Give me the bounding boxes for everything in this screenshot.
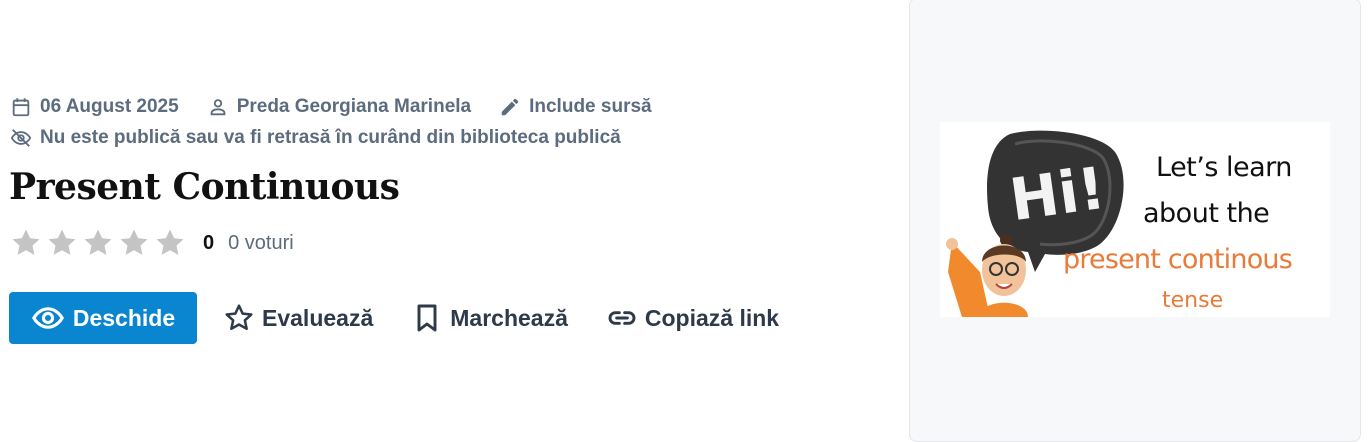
rate-button-label: Evaluează	[262, 304, 374, 331]
person-icon	[210, 99, 226, 116]
date-meta: 06 August 2025	[10, 96, 179, 118]
rating-star[interactable]	[9, 226, 43, 260]
rating-star[interactable]	[81, 226, 115, 260]
visibility-notice: Nu este publică sau va fi retrasă în cur…	[40, 127, 621, 148]
eye-icon	[31, 307, 64, 329]
thumb-line-1: Let’s learn	[1156, 152, 1292, 183]
open-button[interactable]: Deschide	[9, 292, 197, 344]
vote-count: 0 voturi	[228, 231, 294, 254]
bookmark-button[interactable]: Marchează	[411, 302, 568, 334]
author-name[interactable]: Preda Georgiana Marinela	[237, 96, 471, 118]
link-icon	[608, 311, 636, 325]
star-outline-icon	[225, 304, 253, 331]
publish-date: 06 August 2025	[40, 96, 179, 117]
thumb-line-3: present continous	[1063, 244, 1293, 275]
action-bar: Deschide Evaluează Marchează Copiază lin…	[9, 292, 779, 344]
calendar-icon	[12, 98, 30, 117]
rating-star[interactable]	[45, 226, 79, 260]
rating-value: 0	[203, 231, 215, 254]
thumb-line-2: about the	[1143, 198, 1270, 229]
page-title: Present Continuous	[9, 166, 400, 208]
copy-link-button[interactable]: Copiază link	[606, 302, 779, 334]
author-meta[interactable]: Preda Georgiana Marinela	[207, 96, 471, 118]
bubble-text: Hi!	[1005, 153, 1110, 235]
pencil-icon	[501, 98, 519, 116]
visibility-meta: Nu este publică sau va fi retrasă în cur…	[10, 127, 621, 149]
thumb-line-4: tense	[1162, 288, 1224, 313]
star-rating[interactable]	[9, 226, 187, 260]
rate-button[interactable]: Evaluează	[223, 302, 373, 334]
bookmark-icon	[417, 304, 437, 332]
source-meta: Include sursă	[499, 96, 652, 118]
meta-row: 06 August 2025 Preda Georgiana Marinela …	[10, 96, 652, 118]
thumbnail-image[interactable]: Hi! Let’s learn about the present contin…	[940, 122, 1330, 317]
visibility-row: Nu este publică sau va fi retrasă în cur…	[10, 127, 621, 149]
source-label: Include sursă	[529, 96, 652, 117]
rating-star[interactable]	[153, 226, 187, 260]
open-button-label: Deschide	[72, 304, 176, 331]
bookmark-button-label: Marchează	[450, 304, 568, 331]
rating-star[interactable]	[117, 226, 151, 260]
copy-link-label: Copiază link	[644, 304, 780, 331]
eye-off-icon	[10, 129, 32, 147]
rating-bar: 0 0 voturi	[9, 226, 294, 260]
